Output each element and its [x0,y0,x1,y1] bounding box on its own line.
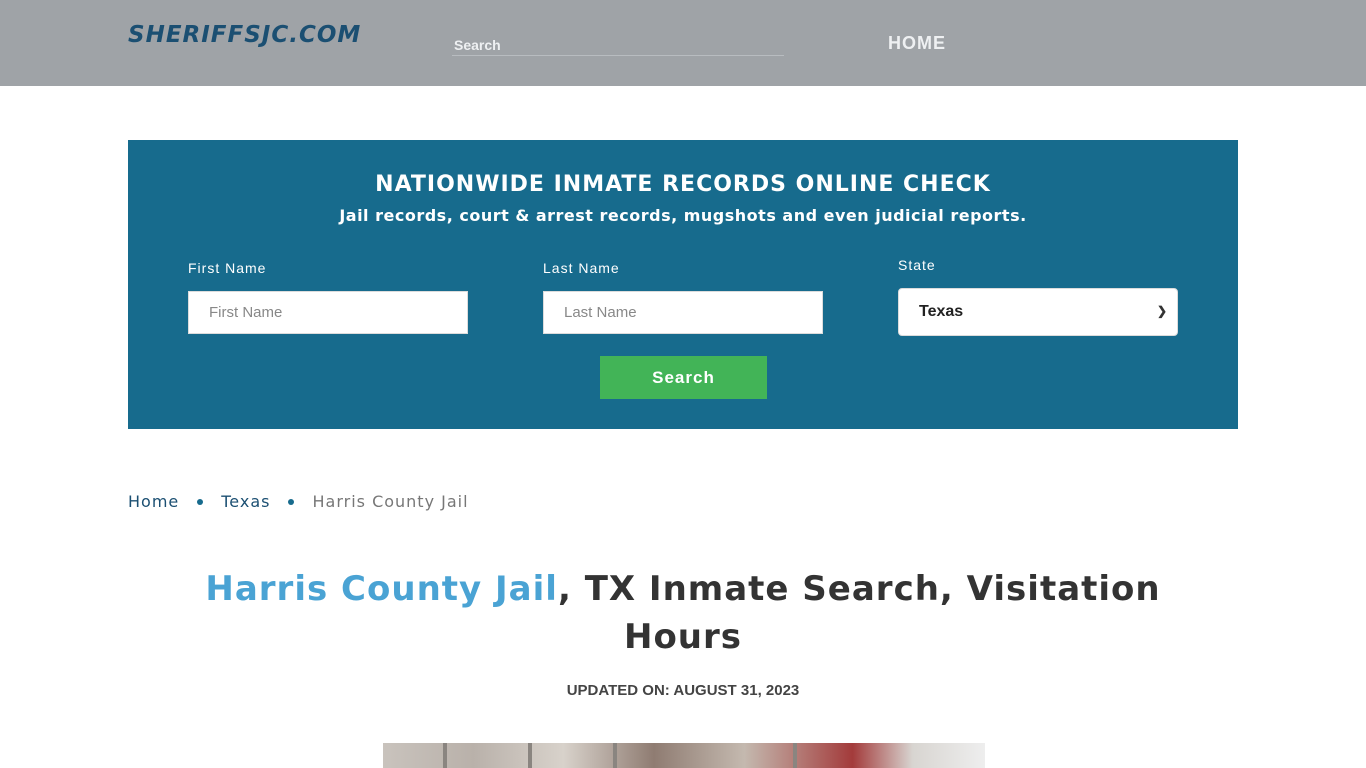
breadcrumb-current: Harris County Jail [312,492,469,511]
first-name-label: First Name [188,260,267,276]
panel-subtitle: Jail records, court & arrest records, mu… [339,206,1027,225]
chevron-down-icon: ❯ [1156,304,1167,318]
last-name-input[interactable] [543,291,823,334]
state-select-value: Texas [919,303,964,320]
breadcrumb-home[interactable]: Home [128,492,179,511]
breadcrumb-separator [197,498,204,505]
photo-detail [613,743,617,768]
state-label: State [898,257,936,273]
state-select[interactable]: Texas ❯ [898,288,1178,336]
header-search [452,34,784,56]
panel-title: NATIONWIDE INMATE RECORDS ONLINE CHECK [375,172,991,197]
photo-detail [528,743,532,768]
last-name-label: Last Name [543,260,620,276]
header-search-input[interactable] [452,34,784,55]
page-title: Harris County Jail, TX Inmate Search, Vi… [200,565,1166,661]
nav-home-link[interactable]: HOME [888,33,946,54]
photo-detail [443,743,447,768]
breadcrumb-state[interactable]: Texas [221,492,270,511]
updated-date: UPDATED ON: AUGUST 31, 2023 [566,682,800,699]
breadcrumb: Home Texas Harris County Jail [128,492,469,511]
inmate-search-panel: NATIONWIDE INMATE RECORDS ONLINE CHECK J… [128,140,1238,429]
site-logo[interactable]: SHERIFFSJC.COM [128,22,361,48]
page-title-rest: , TX Inmate Search, Visitation Hours [557,569,1161,657]
search-button[interactable]: Search [600,356,767,399]
top-bar: SHERIFFSJC.COM HOME [0,0,1366,86]
photo-detail [793,743,797,768]
first-name-input[interactable] [188,291,468,334]
jail-building-photo [383,743,985,768]
page-title-highlight: Harris County Jail [205,569,558,609]
breadcrumb-separator [288,498,295,505]
